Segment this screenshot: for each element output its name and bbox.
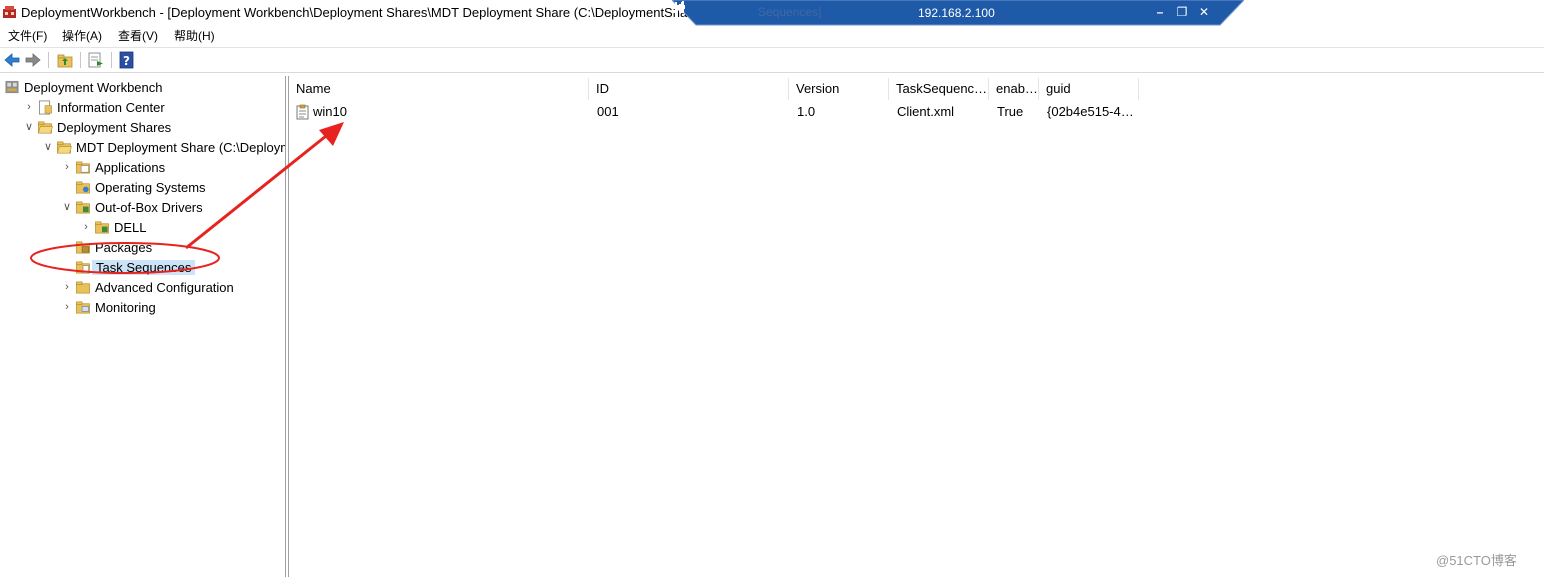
folder-open-icon [57,141,72,154]
info-icon [39,100,52,115]
folder-drivers-icon [76,201,90,214]
remote-desktop-connection-bar[interactable]: Sequences] 192.168.2.100 – ❐ ✕ [672,0,1244,26]
tree-item-task-sequences[interactable]: Task Sequences [0,258,285,277]
toolbar: ? [0,47,1544,73]
workbench-icon [5,80,19,94]
chevron-down-icon[interactable]: ∨ [61,200,73,214]
tree-item-label: Monitoring [95,300,156,315]
cell-name: win10 [313,104,347,119]
tree-item-label: Information Center [57,100,165,115]
chevron-right-icon[interactable]: › [61,300,73,314]
results-list[interactable]: Name ID Version TaskSequenc… enab… guid … [288,76,1544,577]
folder-open-icon [38,121,53,134]
folder-monitor-icon [76,301,90,314]
toolbar-separator [80,52,81,68]
task-sequence-icon [296,104,309,120]
remote-close-button[interactable]: ✕ [1196,4,1212,20]
tree-item-label: Operating Systems [95,180,206,195]
tree-item-advanced-configuration[interactable]: › Advanced Configuration [0,278,285,297]
menu-help[interactable]: 帮助(H) [174,27,215,44]
remote-bar-underlying-title: Sequences] [758,5,822,19]
folder-app-icon [76,161,90,174]
tree-item-label: Applications [95,160,166,175]
tree-item-label: Advanced Configuration [95,280,234,295]
remote-host-ip: 192.168.2.100 [918,6,995,20]
remote-restore-button[interactable]: ❐ [1174,4,1190,20]
column-header-name[interactable]: Name [289,78,589,100]
tree-item-label: Packages [95,240,153,255]
menu-action[interactable]: 操作(A) [62,27,102,44]
chevron-right-icon[interactable]: › [61,280,73,294]
tree-item-information-center[interactable]: › Information Center [0,98,285,117]
toolbar-separator [48,52,49,68]
tree-item-label: Deployment Workbench [24,80,163,95]
watermark: @51CTO博客 [1436,553,1517,568]
column-header-guid[interactable]: guid [1039,78,1139,100]
column-header-enabled[interactable]: enab… [989,78,1039,100]
tree-item-label: Task Sequences [92,260,196,275]
tree-item-out-of-box-drivers[interactable]: ∨ Out-of-Box Drivers [0,198,285,217]
tree-item-operating-systems[interactable]: Operating Systems [0,178,285,197]
connection-signal-icon[interactable] [672,0,686,14]
tree-item-label: Out-of-Box Drivers [95,200,203,215]
cell-guid: {02b4e515-4… [1047,104,1134,119]
menu-file[interactable]: 文件(F) [8,27,47,44]
chevron-right-icon[interactable]: › [61,160,73,174]
toolbar-separator [111,52,112,68]
back-arrow-icon[interactable] [3,51,21,69]
menu-bar: 文件(F) 操作(A) 查看(V) 帮助(H) [0,25,1544,45]
export-list-icon[interactable] [87,51,105,69]
deployment-workbench-app-icon[interactable] [2,4,17,19]
folder-os-icon [76,181,90,194]
tree-item-mdt-deployment-share-c-deploymentshare[interactable]: ∨ MDT Deployment Share (C:\DeploymentShar… [0,138,285,157]
folder-ts-icon [76,261,90,274]
column-header-id[interactable]: ID [589,78,789,100]
svg-text:?: ? [123,54,130,68]
folder-drivers-icon [95,221,109,234]
chevron-right-icon[interactable]: › [80,220,92,234]
menu-view[interactable]: 查看(V) [118,27,158,44]
cell-task-sequence: Client.xml [897,104,955,119]
tree-item-monitoring[interactable]: › Monitoring [0,298,285,317]
tree-item-deployment-workbench[interactable]: Deployment Workbench [0,78,285,97]
tree-item-applications[interactable]: › Applications [0,158,285,177]
cell-enabled: True [997,104,1024,119]
navigation-tree[interactable]: Deployment Workbench › Information Center ∨… [0,76,286,577]
tree-item-dell[interactable]: › DELL [0,218,285,237]
up-folder-icon[interactable] [56,51,74,69]
column-header-task-sequence[interactable]: TaskSequenc… [889,78,989,100]
tree-item-label: MDT Deployment Share (C:\DeploymentShare… [76,140,285,155]
chevron-right-icon[interactable]: › [23,100,35,114]
folder-icon [76,281,90,294]
column-header-version[interactable]: Version [789,78,889,100]
chevron-down-icon[interactable]: ∨ [42,140,54,154]
tree-item-deployment-shares[interactable]: ∨ Deployment Shares [0,118,285,137]
chevron-down-icon[interactable]: ∨ [23,120,35,134]
tree-item-label: Deployment Shares [57,120,172,135]
help-icon[interactable]: ? [118,51,136,69]
cell-version: 1.0 [797,104,816,119]
tree-item-packages[interactable]: Packages [0,238,285,257]
tree-item-label: DELL [114,220,147,235]
remote-minimize-button[interactable]: – [1152,4,1168,20]
cell-id: 001 [597,104,619,119]
forward-arrow-icon[interactable] [24,51,42,69]
folder-packages-icon [76,241,90,254]
